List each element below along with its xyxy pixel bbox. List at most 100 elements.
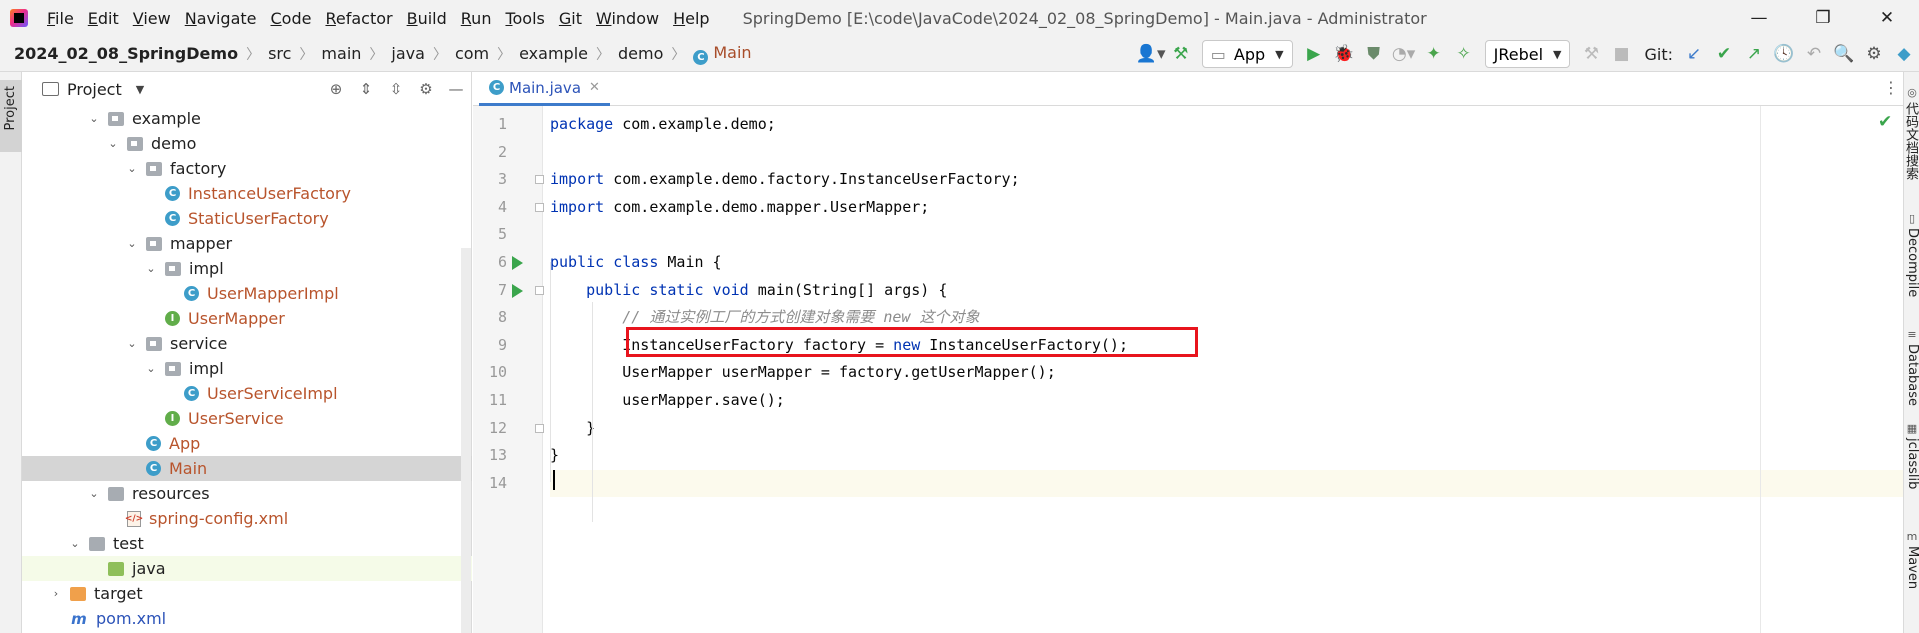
more-options-icon[interactable]: ⋮ xyxy=(1883,78,1899,97)
tree-item[interactable]: ⌄ factory xyxy=(22,156,472,181)
menu-item[interactable]: Git xyxy=(552,9,589,28)
tree-item[interactable]: C UserServiceImpl xyxy=(22,381,472,406)
tree-item[interactable]: I UserMapper xyxy=(22,306,472,331)
chevron-down-icon[interactable]: ▼ xyxy=(136,83,144,96)
tree-item[interactable]: java xyxy=(22,556,472,581)
code-line[interactable]: package com.example.demo; xyxy=(550,111,1903,139)
profile-icon[interactable]: ◔▾ xyxy=(1389,39,1419,69)
menu-item[interactable]: Run xyxy=(454,9,499,28)
chevron-down-icon[interactable]: ⌄ xyxy=(143,362,159,375)
jrebel-debug-icon[interactable]: ✧ xyxy=(1449,39,1479,69)
breadcrumb-item[interactable]: example xyxy=(519,44,588,63)
tree-item[interactable]: ⌄ test xyxy=(22,531,472,556)
code-line[interactable] xyxy=(550,469,1903,498)
tree-item[interactable]: ⌄ example xyxy=(22,106,472,131)
chevron-down-icon[interactable]: ⌄ xyxy=(86,487,102,500)
menu-item[interactable]: View xyxy=(126,9,178,28)
code-line[interactable]: UserMapper userMapper = factory.getUserM… xyxy=(550,359,1903,387)
close-tab-icon[interactable]: ✕ xyxy=(589,80,600,95)
code-line[interactable]: } xyxy=(550,415,1903,443)
hide-panel-icon[interactable]: — xyxy=(441,74,471,104)
menu-item[interactable]: Tools xyxy=(498,9,551,28)
stop-icon[interactable]: ■ xyxy=(1606,39,1636,69)
menu-item[interactable]: Window xyxy=(589,9,666,28)
hammer-disabled-icon[interactable]: ⚒ xyxy=(1576,39,1606,69)
code-line[interactable]: } xyxy=(550,442,1903,470)
chevron-down-icon[interactable]: ⌄ xyxy=(86,112,102,125)
close-window-button[interactable]: ✕ xyxy=(1855,0,1919,36)
fold-marker-icon[interactable] xyxy=(535,202,544,212)
no-problems-check-icon[interactable]: ✔ xyxy=(1878,112,1892,132)
code-line[interactable]: import com.example.demo.factory.Instance… xyxy=(550,166,1903,194)
intellij-logo-icon[interactable] xyxy=(10,9,28,27)
chevron-down-icon[interactable]: ⌄ xyxy=(124,237,140,250)
project-scrollbar[interactable] xyxy=(461,248,471,633)
chevron-down-icon[interactable]: ⌄ xyxy=(67,537,83,550)
fold-marker-icon[interactable] xyxy=(535,423,544,433)
git-rollback-icon[interactable]: ↶ xyxy=(1799,39,1829,69)
minimize-button[interactable]: — xyxy=(1727,0,1791,36)
run-config-select[interactable]: ▭ App ▼ xyxy=(1201,40,1293,68)
git-push-icon[interactable]: ↗ xyxy=(1739,39,1769,69)
coverage-icon[interactable]: ⛊ xyxy=(1359,39,1389,69)
breadcrumb-active-item[interactable]: C Main xyxy=(693,43,752,65)
build-hammer-icon[interactable]: ⚒ xyxy=(1166,39,1196,69)
tree-item[interactable]: m pom.xml xyxy=(22,606,472,631)
menu-item[interactable]: Build xyxy=(400,9,454,28)
jrebel-select[interactable]: JRebel ▼ xyxy=(1484,40,1571,68)
code-line[interactable]: public static void main(String[] args) { xyxy=(550,277,1903,305)
tab-main-java[interactable]: C Main.java ✕ xyxy=(479,72,610,106)
run-gutter-icon[interactable] xyxy=(512,283,523,298)
git-update-icon[interactable]: ↙ xyxy=(1679,39,1709,69)
settings-gear-icon[interactable]: ⚙ xyxy=(1859,39,1889,69)
breadcrumb-item[interactable]: 2024_02_08_SpringDemo xyxy=(14,44,238,63)
code-line[interactable]: userMapper.save(); xyxy=(550,387,1903,415)
breadcrumb-item[interactable]: main xyxy=(321,44,361,63)
chevron-down-icon[interactable]: ⌄ xyxy=(124,162,140,175)
right-tool-tab[interactable]: Decompile xyxy=(1904,228,1919,297)
code-editor[interactable]: package com.example.demo; import com.exam… xyxy=(550,106,1903,633)
debug-icon[interactable]: 🐞 xyxy=(1329,39,1359,69)
code-line[interactable] xyxy=(550,221,1903,249)
tree-item[interactable]: ⌄ impl xyxy=(22,356,472,381)
breadcrumb-item[interactable]: com xyxy=(455,44,489,63)
tree-item[interactable]: C App xyxy=(22,431,472,456)
run-gutter-icon[interactable] xyxy=(512,256,523,270)
run-icon[interactable]: ▶ xyxy=(1299,39,1329,69)
git-commit-icon[interactable]: ✔ xyxy=(1709,39,1739,69)
menu-item[interactable]: Help xyxy=(666,9,716,28)
right-tool-tab[interactable]: Maven xyxy=(1904,546,1919,589)
tree-item[interactable]: </> spring-config.xml xyxy=(22,506,472,531)
tree-item[interactable]: C UserMapperImpl xyxy=(22,281,472,306)
collapse-all-icon[interactable]: ⇳ xyxy=(381,74,411,104)
tree-item[interactable]: › target xyxy=(22,581,472,606)
user-icon[interactable]: 👤▾ xyxy=(1136,39,1166,69)
chevron-down-icon[interactable]: ⌄ xyxy=(124,337,140,350)
breadcrumb-item[interactable]: demo xyxy=(618,44,663,63)
locate-file-icon[interactable]: ⊕ xyxy=(321,74,351,104)
menu-item[interactable]: Code xyxy=(264,9,319,28)
maximize-button[interactable]: ❐ xyxy=(1791,0,1855,36)
menu-item[interactable]: Navigate xyxy=(178,9,264,28)
tree-item[interactable]: C StaticUserFactory xyxy=(22,206,472,231)
tree-item[interactable]: C Main xyxy=(22,456,472,481)
panel-settings-gear-icon[interactable]: ⚙ xyxy=(411,74,441,104)
chevron-down-icon[interactable]: ⌄ xyxy=(105,137,121,150)
tree-item[interactable]: ⌄ demo xyxy=(22,131,472,156)
project-tool-tab[interactable]: Project xyxy=(0,80,22,152)
jrebel-run-icon[interactable]: ✦ xyxy=(1419,39,1449,69)
menu-item[interactable]: File xyxy=(40,9,81,28)
project-panel-title[interactable]: Project xyxy=(67,80,122,99)
code-line[interactable] xyxy=(550,139,1903,167)
search-icon[interactable]: 🔍 xyxy=(1829,39,1859,69)
chevron-right-icon[interactable]: › xyxy=(48,587,64,600)
breadcrumb-item[interactable]: java xyxy=(391,44,425,63)
menu-item[interactable]: Refactor xyxy=(318,9,399,28)
tree-item[interactable]: ⌄ service xyxy=(22,331,472,356)
code-line[interactable]: import com.example.demo.mapper.UserMappe… xyxy=(550,194,1903,222)
right-tool-tab[interactable]: 代码文档搜索 xyxy=(1903,102,1919,180)
menu-item[interactable]: Edit xyxy=(81,9,126,28)
breadcrumb-item[interactable]: src xyxy=(268,44,291,63)
tree-item[interactable]: ⌄ resources xyxy=(22,481,472,506)
expand-all-icon[interactable]: ⇕ xyxy=(351,74,381,104)
